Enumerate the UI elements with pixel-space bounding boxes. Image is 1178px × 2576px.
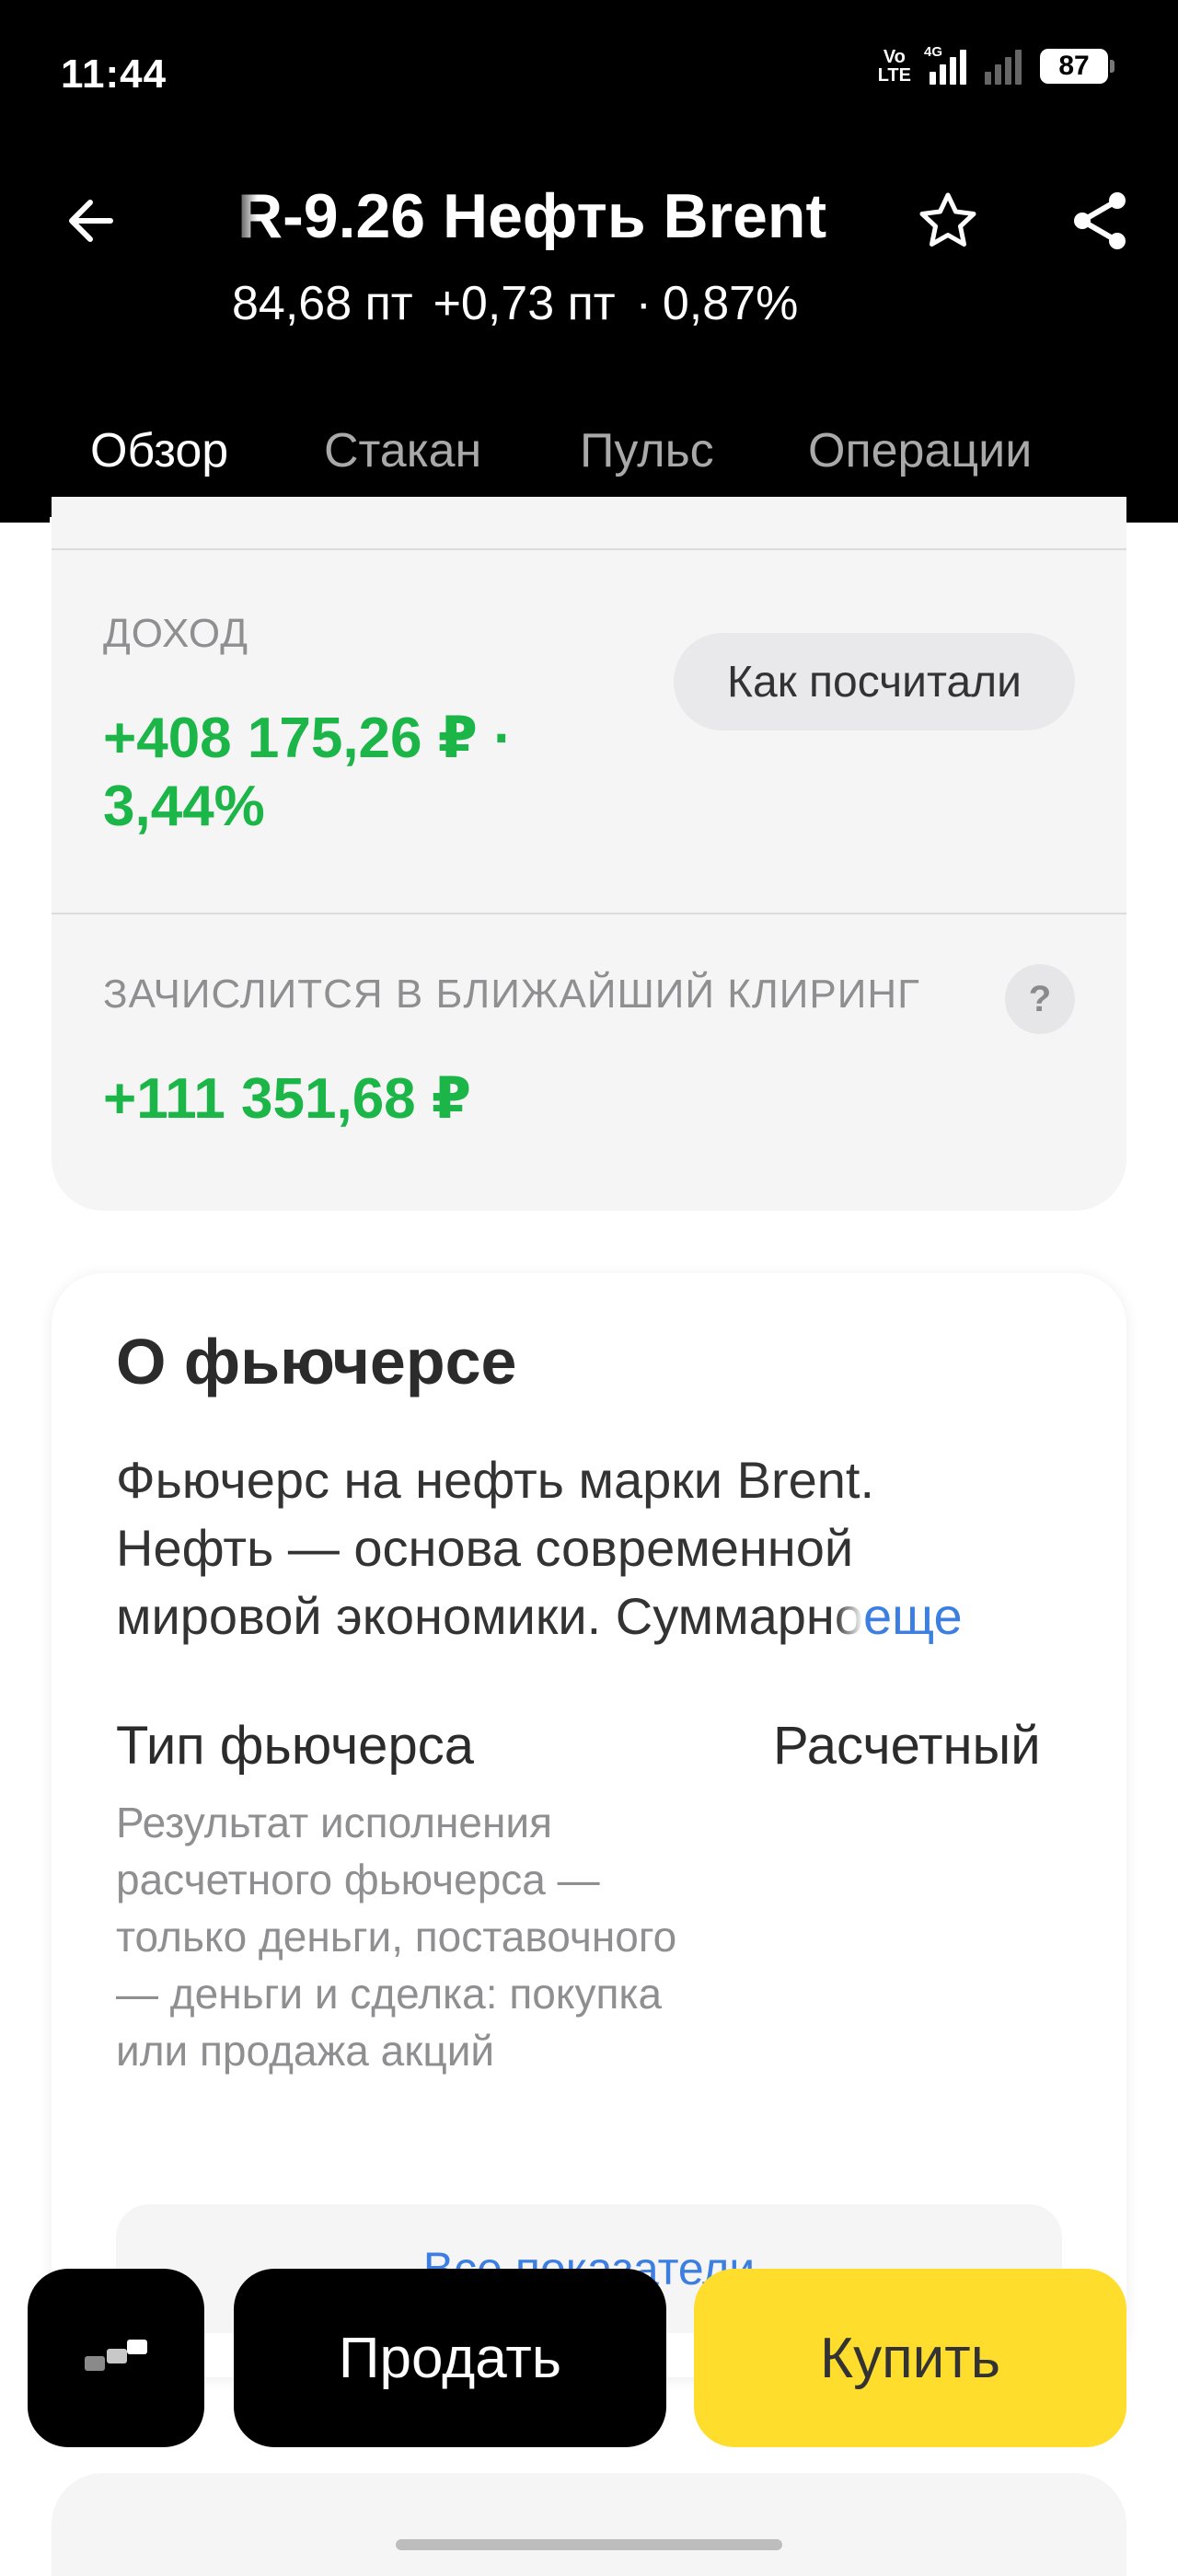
terminal-icon [85,2340,147,2371]
price-line: 84,68 пт +0,73 пт · 0,87% [232,276,798,331]
futures-type-value: Расчетный [773,1716,1041,1776]
divider [52,548,1126,550]
share-icon [1074,192,1126,249]
futures-type-hint: Результат исполнения расчетного фьючерса… [116,1799,677,2075]
income-card: ДОХОД +408 175,26 ₽ · 3,44% Как посчитал… [52,497,1126,1211]
instrument-title: R-9.26 Нефть Brent [230,180,865,254]
about-title: О фьючерсе [116,1326,517,1397]
status-icons: Vo LTE 4G 87 [877,44,1114,86]
price-value: 84,68 пт [232,277,413,330]
clearing-amount: +111 351,68 ₽ [103,1067,472,1131]
status-time: 11:44 [61,52,167,97]
price-separator: · [635,277,652,330]
price-change-pct: 0,87% [662,277,799,330]
more-link[interactable]: еще [863,1587,963,1645]
how-calculated-button[interactable]: Как посчитали [674,633,1075,730]
arrow-left-icon [69,200,113,242]
about-description: Фьючерс на нефть марки Brent. Нефть — ос… [116,1451,963,1645]
home-indicator[interactable] [396,2539,782,2550]
favorite-button[interactable] [911,184,985,258]
volte-icon: Vo LTE [877,47,911,86]
about-card: О фьючерсе Фьючерс на нефть марки Brent.… [52,1273,1126,2377]
app-header: 11:44 Vo LTE 4G 87 R-9.26 Нефть Brent 84… [0,0,1178,523]
share-button[interactable] [1064,184,1138,258]
next-card [52,2473,1126,2576]
signal-icon: 4G [924,44,966,85]
battery-icon: 87 [1040,49,1114,84]
price-change: +0,73 пт [433,277,616,330]
divider [52,913,1126,914]
signal-secondary-icon [985,48,1022,85]
futures-type-label: Тип фьючерса [116,1716,474,1776]
clearing-label: ЗАЧИСЛИТСЯ В БЛИЖАЙШИЙ КЛИРИНГ [103,972,920,1017]
back-button[interactable] [55,184,129,258]
income-amount: +408 175,26 ₽ · 3,44% [103,707,513,838]
instrument-title-text: R-9.26 Нефть Brent [237,181,827,251]
help-button[interactable]: ? [1005,964,1075,1034]
buy-button[interactable]: Купить [694,2269,1126,2447]
terminal-button[interactable] [28,2269,204,2447]
sell-button[interactable]: Продать [234,2269,666,2447]
star-icon [919,192,976,247]
income-label: ДОХОД [103,611,248,656]
